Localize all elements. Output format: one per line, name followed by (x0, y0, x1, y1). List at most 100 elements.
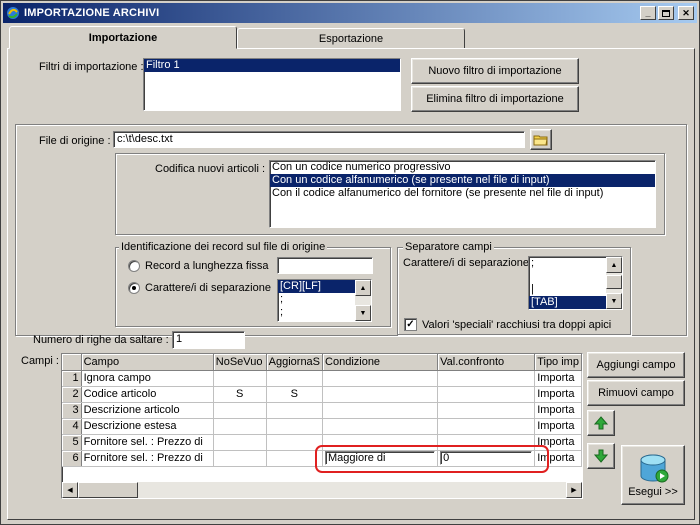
add-field-button[interactable]: Aggiungi campo (587, 352, 685, 378)
field-sep-item[interactable] (529, 270, 606, 283)
table-row[interactable]: 4 Descrizione estesa Importa (62, 418, 582, 435)
fixed-length-radio[interactable]: Record a lunghezza fissa (128, 260, 269, 272)
cell-condizione[interactable] (322, 370, 439, 387)
source-file-input[interactable]: c:\t\desc.txt (113, 131, 525, 148)
browse-file-button[interactable] (530, 129, 552, 150)
separator-radio-dot (128, 282, 140, 294)
field-sep-scrollbar[interactable]: ▲ ▼ (606, 257, 622, 309)
cell-nosevuo[interactable] (213, 418, 267, 435)
record-sep-item[interactable]: ; (278, 293, 355, 306)
cell-aggiorna[interactable] (266, 434, 324, 451)
new-filter-button[interactable]: Nuovo filtro di importazione (411, 58, 579, 84)
cell-aggiorna[interactable] (266, 418, 324, 435)
record-sep-item[interactable]: [CR][LF] (278, 280, 355, 293)
table-row[interactable]: 1 Ignora campo Importa (62, 370, 582, 387)
cell-condizione[interactable] (322, 386, 439, 403)
row-number: 2 (62, 386, 82, 403)
row-number: 5 (62, 434, 82, 451)
cell-aggiorna[interactable]: S (266, 386, 324, 403)
field-sep-item-selected[interactable]: [TAB] (529, 296, 606, 309)
record-sep-scrollbar[interactable]: ▲ ▼ (355, 280, 371, 321)
cell-nosevuo[interactable] (213, 370, 267, 387)
fields-grid[interactable]: Campo NoSeVuo AggiornaS Condizione Val.c… (61, 353, 583, 499)
cell-aggiorna[interactable] (266, 402, 324, 419)
move-down-button[interactable] (587, 443, 615, 469)
col-val-confronto[interactable]: Val.confronto (437, 354, 536, 371)
col-nosevuo[interactable]: NoSeVuo (213, 354, 267, 371)
minimize-button[interactable]: _ (640, 6, 656, 20)
filters-list[interactable]: Filtro 1 (143, 58, 401, 111)
close-button[interactable]: ✕ (678, 6, 694, 20)
col-condizione[interactable]: Condizione (322, 354, 439, 371)
cell-condizione[interactable] (322, 402, 439, 419)
run-button[interactable]: Esegui >> (621, 445, 685, 505)
cell-nosevuo[interactable]: S (213, 386, 267, 403)
record-id-title: Identificazione dei record sul file di o… (119, 241, 328, 253)
filter-item[interactable]: Filtro 1 (144, 59, 400, 72)
cell-tipo[interactable]: Importa (534, 370, 582, 387)
grid-header: Campo NoSeVuo AggiornaS Condizione Val.c… (62, 354, 582, 371)
scroll-down-icon[interactable]: ▼ (355, 305, 371, 321)
grid-corner (62, 354, 82, 371)
record-separator-list[interactable]: [CR][LF] ; ; ▲ ▼ (277, 279, 372, 322)
col-campo[interactable]: Campo (81, 354, 214, 371)
cell-campo[interactable]: Fornitore sel. : Prezzo di (81, 434, 214, 451)
cell-tipo[interactable]: Importa (534, 418, 582, 435)
separator-label: Carattere/i di separazione (145, 282, 271, 294)
cell-nosevuo[interactable] (213, 450, 267, 467)
record-sep-item[interactable]: ; (278, 306, 355, 319)
quoted-values-checkbox[interactable]: ✓ Valori 'speciali' racchiusi tra doppi … (404, 318, 611, 331)
run-button-label: Esegui >> (628, 486, 678, 498)
cell-nosevuo[interactable] (213, 434, 267, 451)
cell-val[interactable] (437, 418, 536, 435)
highlight-ring (315, 445, 549, 473)
cell-campo[interactable]: Descrizione articolo (81, 402, 214, 419)
row-number: 6 (62, 450, 82, 467)
cell-campo[interactable]: Fornitore sel. : Prezzo di (81, 450, 214, 467)
field-sep-item[interactable]: | (529, 283, 606, 296)
scroll-thumb[interactable] (606, 275, 622, 289)
tab-esportazione[interactable]: Esportazione (237, 28, 465, 49)
field-sep-item[interactable]: ; (529, 257, 606, 270)
delete-filter-button[interactable]: Elimina filtro di importazione (411, 86, 579, 112)
codifica-list[interactable]: Con un codice numerico progressivo Con u… (269, 160, 656, 228)
close-icon: ✕ (682, 7, 690, 18)
col-tipo[interactable]: Tipo imp (534, 354, 582, 371)
codifica-option[interactable]: Con il codice alfanumerico del fornitore… (270, 187, 655, 200)
codifica-option[interactable]: Con un codice numerico progressivo (270, 161, 655, 174)
table-row[interactable]: 2 Codice articolo S S Importa (62, 386, 582, 403)
cell-val[interactable] (437, 386, 536, 403)
tab-esportazione-label: Esportazione (318, 32, 384, 45)
scroll-up-icon[interactable]: ▲ (606, 257, 622, 273)
cell-condizione[interactable] (322, 418, 439, 435)
cell-tipo[interactable]: Importa (534, 402, 582, 419)
tab-importazione[interactable]: Importazione (9, 26, 237, 49)
scroll-thumb[interactable] (78, 482, 138, 498)
remove-field-button[interactable]: Rimuovi campo (587, 380, 685, 406)
separator-radio[interactable]: Carattere/i di separazione (128, 282, 271, 294)
move-up-button[interactable] (587, 410, 615, 436)
campi-label: Campi : (21, 355, 59, 367)
title-bar: IMPORTAZIONE ARCHIVI _ ✕ (3, 3, 697, 23)
fixed-length-input[interactable] (277, 257, 373, 274)
cell-aggiorna[interactable] (266, 370, 324, 387)
cell-val[interactable] (437, 370, 536, 387)
cell-campo[interactable]: Ignora campo (81, 370, 214, 387)
field-separator-title: Separatore campi (403, 241, 494, 253)
cell-campo[interactable]: Codice articolo (81, 386, 214, 403)
cell-val[interactable] (437, 402, 536, 419)
cell-campo[interactable]: Descrizione estesa (81, 418, 214, 435)
cell-tipo[interactable]: Importa (534, 386, 582, 403)
skip-rows-input[interactable]: 1 (172, 331, 245, 349)
maximize-button[interactable] (658, 6, 674, 20)
codifica-option-selected[interactable]: Con un codice alfanumerico (se presente … (270, 174, 655, 187)
cell-nosevuo[interactable] (213, 402, 267, 419)
scroll-right-icon[interactable]: ▶ (566, 482, 582, 498)
field-separator-list[interactable]: ; | [TAB] ▲ ▼ (528, 256, 623, 310)
scroll-left-icon[interactable]: ◀ (62, 482, 78, 498)
scroll-down-icon[interactable]: ▼ (606, 293, 622, 309)
scroll-up-icon[interactable]: ▲ (355, 280, 371, 296)
table-row[interactable]: 3 Descrizione articolo Importa (62, 402, 582, 419)
grid-hscrollbar[interactable]: ◀ ▶ (62, 482, 582, 498)
col-aggiorna[interactable]: AggiornaS (266, 354, 324, 371)
